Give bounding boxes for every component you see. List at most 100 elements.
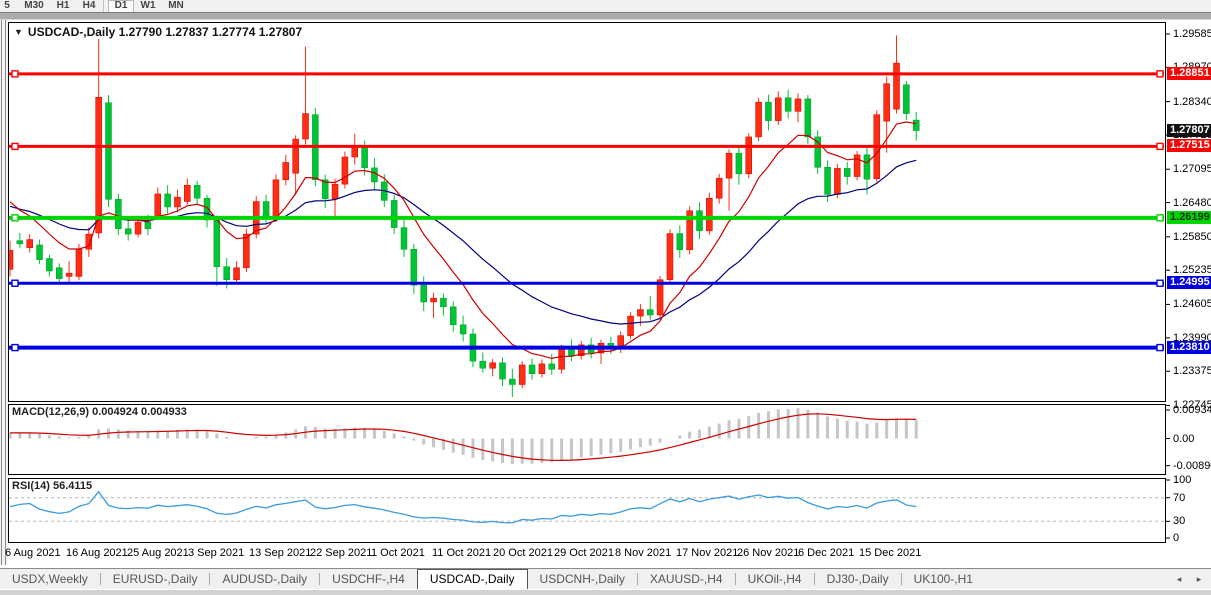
tab-uk100-h1[interactable]: UK100-,H1	[902, 569, 985, 589]
candle-body	[96, 97, 102, 233]
trading-terminal-window: 5M30H1H4D1W1MN ▼USDCAD-,Daily 1.27790 1.…	[0, 0, 1211, 595]
candle-body	[66, 273, 72, 276]
candle-body	[480, 361, 486, 368]
price-level-tag: 1.27515	[1167, 139, 1211, 152]
candle-body	[568, 349, 574, 356]
line-handle[interactable]	[12, 71, 18, 77]
candle-body	[214, 220, 220, 267]
candle-body	[293, 139, 299, 173]
dropdown-icon[interactable]: ▼	[14, 27, 23, 37]
line-handle[interactable]	[1157, 345, 1163, 351]
candle-body	[805, 99, 811, 137]
tab-scroll-right-icon[interactable]: ▸	[1192, 573, 1206, 586]
tab-usdchf-h4[interactable]: USDCHF-,H4	[320, 569, 417, 589]
line-handle[interactable]	[1157, 71, 1163, 77]
line-handle[interactable]	[12, 345, 18, 351]
candle-body	[234, 268, 240, 280]
date-axis-label: 8 Nov 2021	[615, 547, 671, 559]
date-axis-label: 25 Aug 2021	[127, 547, 189, 559]
candle-body	[283, 162, 289, 179]
candle-body	[303, 114, 309, 140]
candle-body	[667, 234, 673, 280]
candle-body	[775, 98, 781, 121]
candle-body	[647, 310, 653, 315]
date-axis-label: 15 Dec 2021	[859, 547, 921, 559]
candle-body	[56, 268, 62, 279]
date-axis-label: 11 Oct 2021	[432, 547, 491, 559]
price-panel-frame	[9, 23, 1166, 402]
candle-body	[894, 63, 900, 109]
chart-canvas[interactable]	[0, 0, 1211, 568]
date-axis-label: 6 Aug 2021	[5, 547, 61, 559]
tab-audusd-daily[interactable]: AUDUSD-,Daily	[210, 569, 319, 589]
date-axis-label: 1 Oct 2021	[371, 547, 425, 559]
candle-body	[332, 184, 338, 199]
tab-usdx-weekly[interactable]: USDX,Weekly	[0, 569, 100, 589]
candle-body	[746, 137, 752, 174]
chart-ohlc-values: 1.27790 1.27837 1.27774 1.27807	[119, 25, 303, 39]
candle-body	[115, 199, 121, 228]
candle-body	[628, 316, 634, 336]
tab-dj30-daily[interactable]: DJ30-,Daily	[815, 569, 901, 589]
candle-body	[174, 197, 180, 207]
line-handle[interactable]	[1157, 143, 1163, 149]
line-handle[interactable]	[1157, 215, 1163, 221]
candle-body	[529, 365, 535, 374]
window-bottom-edge	[0, 589, 1211, 595]
candle-body	[342, 157, 348, 184]
date-axis-label: 22 Sep 2021	[310, 547, 372, 559]
date-axis-label: 13 Sep 2021	[249, 547, 311, 559]
candle-body	[224, 267, 230, 280]
date-axis-label: 26 Nov 2021	[737, 547, 799, 559]
date-axis-label: 3 Sep 2021	[188, 547, 244, 559]
candle-body	[539, 364, 545, 374]
chart-title: ▼USDCAD-,Daily 1.27790 1.27837 1.27774 1…	[14, 25, 302, 39]
line-handle[interactable]	[1157, 280, 1163, 286]
candle-body	[371, 168, 377, 182]
candle-body	[844, 168, 850, 176]
candle-body	[736, 153, 742, 174]
candle-body	[716, 178, 722, 198]
candle-body	[913, 120, 919, 130]
date-axis-label: 16 Aug 2021	[66, 547, 128, 559]
price-level-tag: 1.23810	[1167, 341, 1211, 354]
tab-usdcnh-daily[interactable]: USDCNH-,Daily	[528, 569, 637, 589]
macd-axis-label: -0.008902	[1173, 460, 1211, 472]
tab-xauusd-h4[interactable]: XAUUSD-,H4	[638, 569, 735, 589]
rsi-panel-frame	[9, 479, 1166, 543]
candle-body	[825, 167, 831, 194]
date-axis-label: 6 Dec 2021	[798, 547, 854, 559]
price-axis-label: 1.25850	[1173, 231, 1211, 243]
rsi-axis-label: 0	[1173, 532, 1179, 544]
candle-body	[903, 85, 909, 114]
rsi-indicator-label: RSI(14) 56.4115	[12, 480, 92, 492]
candle-body	[697, 211, 703, 231]
candle-body	[765, 102, 771, 120]
candle-body	[243, 234, 249, 268]
candle-body	[135, 222, 141, 234]
candle-body	[362, 146, 368, 168]
tab-usdcad-daily[interactable]: USDCAD-,Daily	[417, 569, 528, 590]
candle-body	[391, 200, 397, 227]
tab-eurusd-daily[interactable]: EURUSD-,Daily	[101, 569, 210, 589]
price-axis-label: 1.29585	[1173, 28, 1211, 40]
current-price-tag: 1.27807	[1167, 124, 1211, 137]
date-axis-label: 17 Nov 2021	[676, 547, 738, 559]
price-axis-label: 1.26480	[1173, 197, 1211, 209]
chart-tab-bar: USDX,WeeklyEURUSD-,DailyAUDUSD-,DailyUSD…	[0, 568, 1211, 589]
tab-ukoil-h4[interactable]: UKOil-,H4	[736, 569, 814, 589]
tab-scroll-left-icon[interactable]: ◂	[1172, 573, 1186, 586]
price-axis-label: 1.28340	[1173, 96, 1211, 108]
date-axis-label: 20 Oct 2021	[493, 547, 553, 559]
candle-body	[460, 325, 466, 334]
candle-body	[46, 259, 52, 271]
line-handle[interactable]	[12, 280, 18, 286]
candle-body	[27, 240, 33, 248]
line-handle[interactable]	[12, 143, 18, 149]
candle-body	[450, 307, 456, 325]
candle-body	[549, 364, 555, 369]
rsi-axis-label: 70	[1173, 492, 1185, 504]
candle-body	[401, 228, 407, 250]
price-level-tag: 1.28851	[1167, 67, 1211, 80]
line-handle[interactable]	[12, 215, 18, 221]
